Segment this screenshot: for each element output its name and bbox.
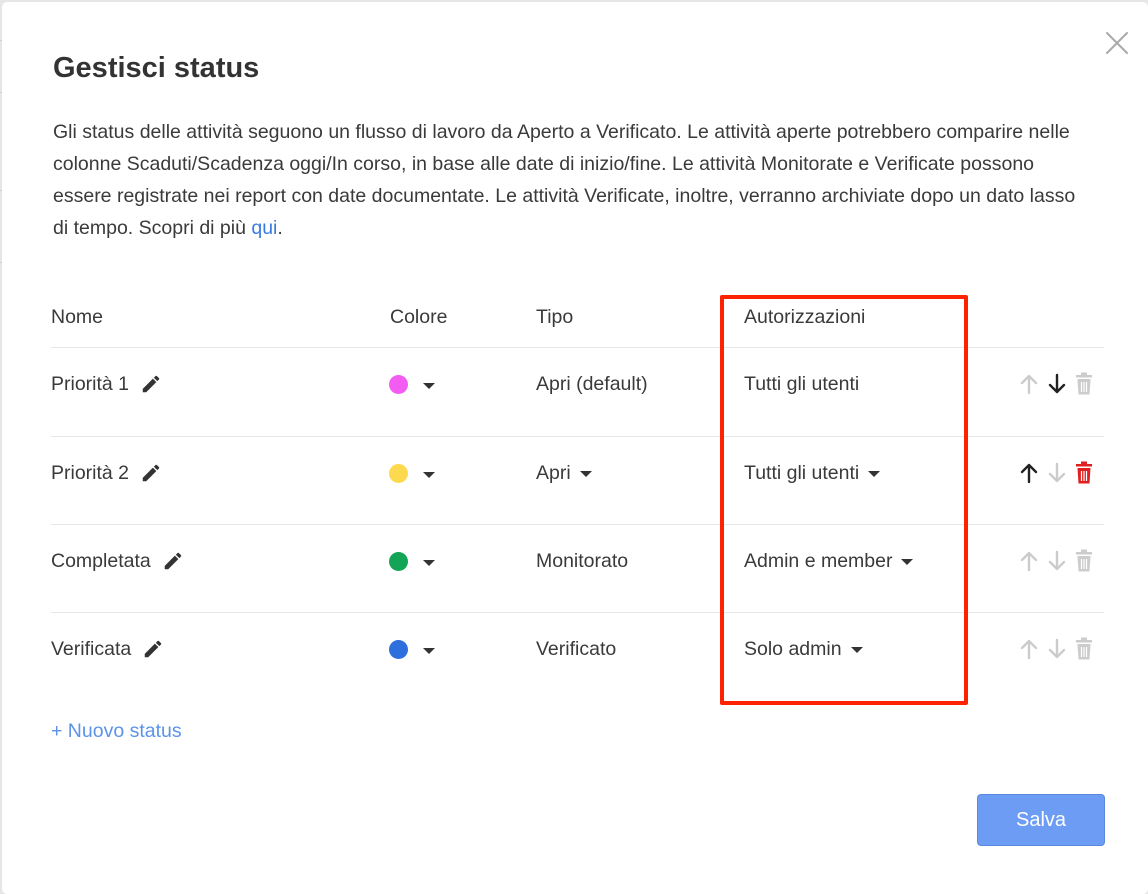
intro-paragraph: Gli status delle attività seguono un flu… (53, 116, 1083, 244)
intro-end: . (277, 217, 283, 239)
intro-text: Gli status delle attività seguono un flu… (53, 121, 1076, 239)
type-cell: Monitorato (536, 517, 628, 605)
save-button[interactable]: Salva (977, 794, 1105, 846)
dialog-title: Gestisci status (53, 52, 260, 84)
status-row: Priorità 1 Apri (default) Tutti gli utenti (0, 340, 1148, 428)
color-dropdown[interactable] (389, 517, 435, 605)
trash-icon[interactable] (1074, 461, 1096, 485)
color-dropdown[interactable] (389, 340, 435, 428)
pencil-icon[interactable] (140, 373, 162, 395)
close-icon[interactable] (1104, 30, 1130, 56)
color-dropdown[interactable] (389, 605, 435, 693)
row-actions (1018, 517, 1102, 605)
column-header-name: Nome (51, 306, 104, 328)
status-type: Verificato (536, 637, 617, 660)
color-swatch (389, 639, 408, 659)
color-swatch (389, 463, 408, 483)
type-cell: Apri (default) (536, 340, 648, 428)
status-name-cell: Verificata (51, 605, 164, 693)
status-type: Apri (536, 461, 571, 484)
chevron-down-icon (423, 647, 435, 654)
status-row: Verificata Verificato Solo admin (0, 605, 1148, 693)
arrow-up-icon[interactable] (1018, 461, 1040, 485)
chevron-down-icon (579, 471, 592, 477)
row-actions (1018, 340, 1102, 428)
trash-icon (1074, 637, 1096, 661)
arrow-down-icon (1046, 549, 1068, 573)
status-name: Priorità 1 (51, 372, 130, 395)
status-name: Verificata (51, 637, 132, 660)
pencil-icon[interactable] (140, 462, 162, 484)
arrow-up-icon (1018, 549, 1040, 573)
trash-icon (1074, 372, 1096, 396)
arrow-down-icon (1046, 637, 1068, 661)
arrow-up-icon (1018, 637, 1040, 661)
color-swatch (389, 551, 408, 571)
color-swatch (389, 374, 408, 394)
column-header-color: Colore (390, 306, 448, 328)
type-dropdown[interactable]: Apri (536, 429, 592, 517)
row-actions (1018, 429, 1102, 517)
status-type: Apri (default) (536, 372, 648, 395)
new-status-link[interactable]: + Nuovo status (51, 720, 182, 743)
chevron-down-icon (423, 382, 435, 389)
pencil-icon[interactable] (162, 550, 184, 572)
status-name-cell: Priorità 2 (51, 429, 162, 517)
type-cell: Verificato (536, 605, 616, 693)
status-name-cell: Priorità 1 (51, 340, 162, 428)
color-dropdown[interactable] (389, 429, 435, 517)
chevron-down-icon (423, 559, 435, 566)
permissions-highlight-box (720, 295, 968, 705)
chevron-down-icon (423, 471, 435, 478)
status-type: Monitorato (536, 549, 629, 572)
arrow-down-icon[interactable] (1046, 372, 1068, 396)
arrow-down-icon (1046, 461, 1068, 485)
column-header-type: Tipo (536, 306, 574, 328)
learn-more-link[interactable]: qui (251, 217, 277, 239)
status-row: Priorità 2 Apri Tutti gli utenti (0, 429, 1148, 517)
arrow-up-icon (1018, 372, 1040, 396)
trash-icon (1074, 549, 1096, 573)
pencil-icon[interactable] (142, 638, 164, 660)
status-row: Completata Monitorato Admin e member (0, 517, 1148, 605)
status-name-cell: Completata (51, 517, 184, 605)
status-name: Priorità 2 (51, 461, 130, 484)
status-name: Completata (51, 549, 151, 572)
row-actions (1018, 605, 1102, 693)
